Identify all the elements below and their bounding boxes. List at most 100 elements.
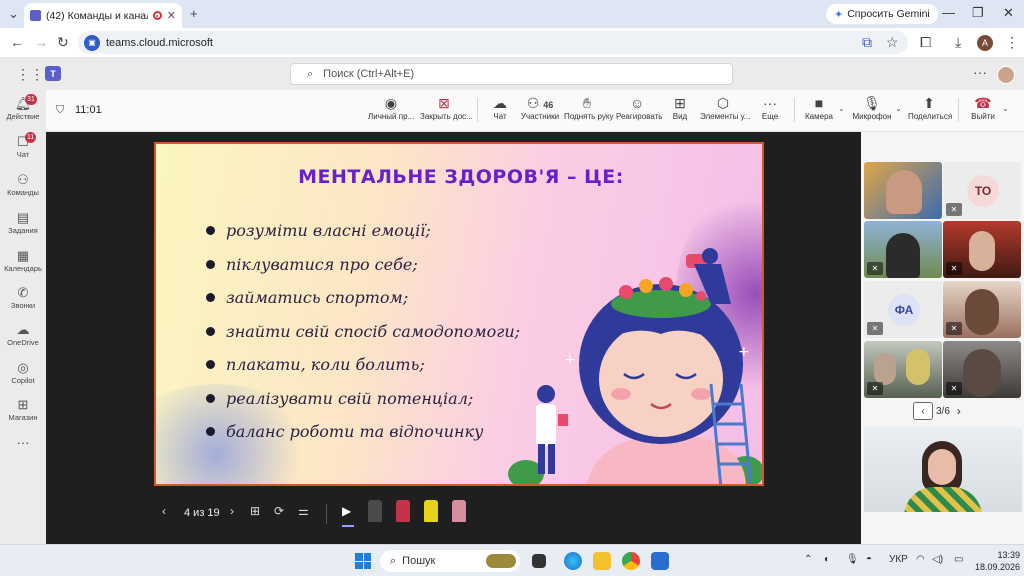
participant-tile[interactable]: ✕: [864, 221, 942, 278]
grid-slides-icon[interactable]: ⊞: [250, 504, 260, 518]
settings-sliders-icon[interactable]: ⚌: [298, 504, 309, 518]
search-input[interactable]: ⌕ Поиск (Ctrl+Alt+E): [290, 63, 733, 85]
reload-icon[interactable]: ↻: [57, 34, 69, 51]
participant-initials: ФА: [888, 294, 920, 326]
active-speaker-video[interactable]: [864, 427, 1022, 512]
keyboard-language[interactable]: УКР: [889, 554, 908, 565]
browser-menu-icon[interactable]: ⋮: [1005, 34, 1019, 51]
download-icon[interactable]: ⤓: [955, 34, 961, 51]
rail-item-store[interactable]: ⊞ Магазин: [0, 395, 46, 431]
windows-start-icon[interactable]: [355, 553, 371, 569]
participant-tile[interactable]: [864, 162, 942, 219]
rail-label: Звонки: [10, 301, 36, 310]
slide-bullet-list: розуміти власні емоції; піклуватися про …: [204, 214, 520, 449]
forward-icon[interactable]: →: [34, 34, 48, 50]
more-options-icon[interactable]: ···: [973, 64, 987, 80]
button-label: Вид: [672, 112, 688, 121]
smile-icon: ☺: [629, 95, 645, 111]
people-icon: ⚇ 46: [526, 95, 554, 111]
camera-button[interactable]: ■ Камера: [804, 94, 834, 130]
taskbar-clock[interactable]: 13:39 18.09.2026: [975, 549, 1020, 573]
rail-item-chat[interactable]: ☐ 11 Чат: [0, 132, 46, 168]
tab-search-icon[interactable]: ⌄: [8, 6, 19, 22]
eraser-icon[interactable]: [452, 500, 466, 522]
raise-hand-button[interactable]: ✋︎ Поднять руку: [564, 94, 613, 130]
pen-red-icon[interactable]: [396, 500, 410, 522]
chrome-icon[interactable]: [622, 552, 640, 570]
tray-app-icon[interactable]: ◐: [824, 554, 830, 565]
tray-mic-icon[interactable]: 🎙︎: [846, 554, 859, 565]
rail-item-calendar[interactable]: ▦ Календарь: [0, 246, 46, 282]
rail-item-activity[interactable]: 🔔︎ 31 Действие: [0, 94, 46, 130]
maximize-icon[interactable]: ❐: [972, 5, 984, 21]
volume-icon[interactable]: ◁): [932, 554, 943, 565]
file-explorer-icon[interactable]: [593, 552, 611, 570]
share-button[interactable]: ⬆ Поделиться: [908, 94, 952, 130]
edge-icon[interactable]: [564, 552, 582, 570]
participant-gallery: ТО ✕ ✕ ✕ ФА ✕ ✕ ✕ ✕ ‹ 3/6 ›: [861, 132, 1024, 544]
rail-more-icon[interactable]: ···: [0, 435, 46, 471]
extensions-icon[interactable]: ⧠: [920, 34, 931, 51]
site-info-icon[interactable]: ▣: [84, 34, 100, 51]
participant-video: [906, 349, 930, 385]
profile-avatar[interactable]: A: [977, 35, 993, 51]
tray-app-icon[interactable]: ◓: [866, 554, 872, 565]
camera-options-chevron-icon[interactable]: ⌄: [838, 104, 845, 113]
ask-gemini-button[interactable]: ✦ Спросить Gemini: [826, 4, 938, 24]
leave-button[interactable]: ☎︎ Выйти: [968, 94, 998, 130]
apps-button[interactable]: ⬡ Элементы у...: [700, 94, 750, 130]
stop-sharing-button[interactable]: ⊠ Закрыть дос...: [420, 94, 473, 130]
slide-title: МЕНТАЛЬНЕ ЗДОРОВ'Я – ЦЕ:: [298, 166, 624, 188]
tab-close-icon[interactable]: ✕: [167, 9, 176, 22]
mic-options-chevron-icon[interactable]: ⌄: [895, 104, 902, 113]
rail-item-onedrive[interactable]: ☁ OneDrive: [0, 320, 46, 356]
rail-item-assignments[interactable]: ▤ Задания: [0, 208, 46, 244]
participant-tile[interactable]: ✕: [943, 281, 1021, 338]
participant-tile[interactable]: ✕: [864, 341, 942, 398]
participant-tile[interactable]: ✕: [943, 341, 1021, 398]
cast-icon[interactable]: ⧉: [862, 34, 872, 51]
slide-bullet: баланс роботи та відпочинку: [204, 415, 520, 449]
view-button[interactable]: ⊞ Вид: [668, 94, 692, 130]
chat-button[interactable]: ☁︎ Чат: [488, 94, 512, 130]
private-view-button[interactable]: ◉ Личный пр...: [368, 94, 414, 130]
outlook-icon[interactable]: [651, 552, 669, 570]
participant-tile[interactable]: ТО ✕: [943, 162, 1021, 219]
rail-item-teams[interactable]: ⚇ Команды: [0, 170, 46, 206]
close-window-icon[interactable]: ✕: [1003, 5, 1014, 21]
user-avatar[interactable]: [997, 66, 1015, 84]
gallery-next-icon[interactable]: ›: [957, 404, 961, 418]
next-slide-icon[interactable]: ›: [230, 504, 234, 518]
hand-icon: ✋︎: [583, 95, 591, 111]
react-button[interactable]: ☺ Реагировать: [616, 94, 662, 130]
button-label: Личный пр...: [368, 112, 415, 121]
pen-gray-icon[interactable]: [368, 500, 382, 522]
wifi-icon[interactable]: ◠: [916, 554, 925, 565]
rail-item-calls[interactable]: ✆ Звонки: [0, 283, 46, 319]
back-icon[interactable]: ←: [10, 34, 24, 50]
task-view-icon[interactable]: [532, 554, 546, 568]
participants-button[interactable]: ⚇ 46 Участники: [520, 94, 560, 130]
rail-item-copilot[interactable]: ◎ Copilot: [0, 358, 46, 394]
prev-slide-icon[interactable]: ‹: [162, 504, 166, 518]
taskbar-search[interactable]: ⌕ Пошук: [380, 550, 520, 572]
microphone-button[interactable]: 🎙︎ Микрофон: [852, 94, 892, 130]
leave-options-chevron-icon[interactable]: ⌄: [1002, 104, 1009, 113]
more-button[interactable]: ··· Еще: [758, 94, 782, 130]
pointer-tool-icon[interactable]: ▶: [342, 504, 351, 518]
participant-tile[interactable]: ФА ✕: [864, 281, 942, 338]
tray-overflow-icon[interactable]: ⌃: [804, 554, 812, 565]
browser-tab-bar: ⌄ (42) Команды и каналы | Те ✕ + ✦ Спрос…: [0, 0, 1024, 28]
sync-icon[interactable]: ⟳: [274, 504, 284, 518]
highlighter-icon[interactable]: [424, 500, 438, 522]
copilot-icon: ◎: [17, 360, 29, 375]
minimize-icon[interactable]: —: [942, 5, 955, 20]
battery-icon[interactable]: ▭: [954, 554, 963, 565]
gallery-prev-icon[interactable]: ‹: [913, 402, 933, 420]
bookmark-star-icon[interactable]: ☆: [886, 34, 899, 51]
new-tab-icon[interactable]: +: [190, 6, 198, 21]
browser-tab-teams[interactable]: (42) Команды и каналы | Те ✕: [24, 3, 182, 28]
participants-count: 46: [543, 100, 554, 110]
url-field[interactable]: ▣ teams.cloud.microsoft: [78, 31, 908, 54]
participant-tile[interactable]: ✕: [943, 221, 1021, 278]
